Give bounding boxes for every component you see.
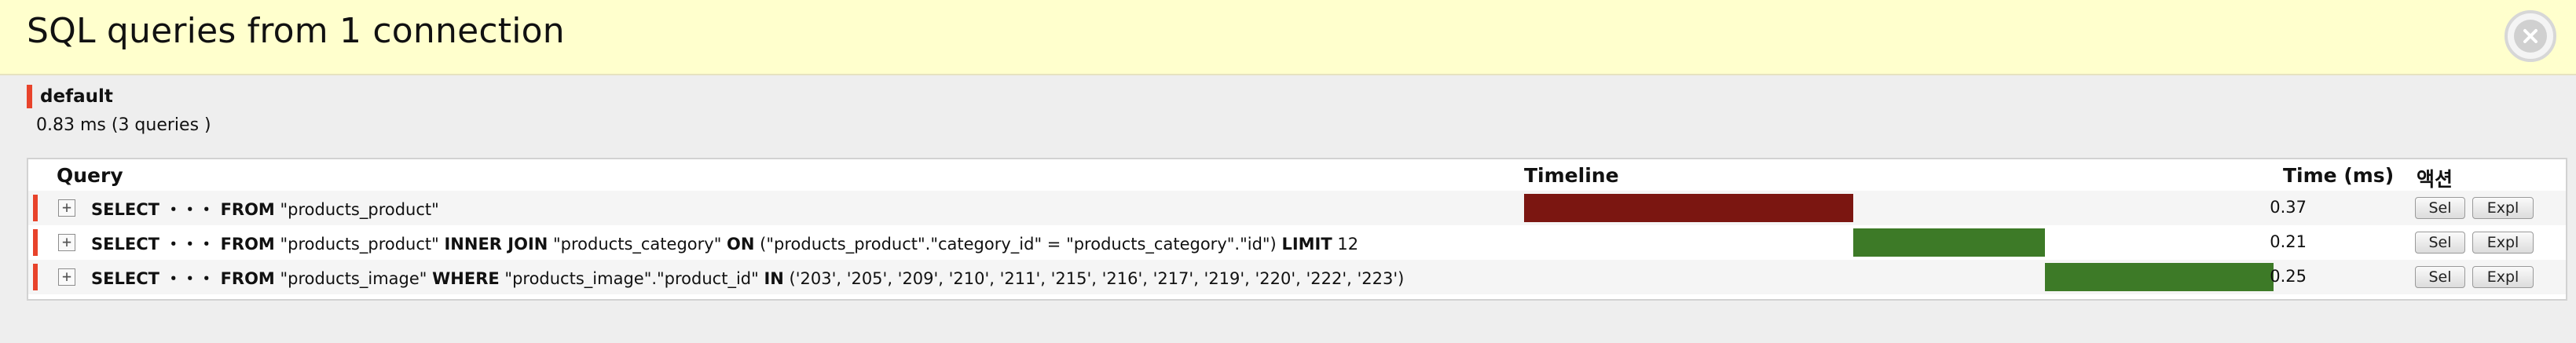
query-row: + SELECT ・・・ FROM "products_product" INNE… — [28, 225, 2566, 260]
columns-ellipsis[interactable]: ・・・ — [159, 235, 221, 254]
sql-keyword: WHERE — [432, 269, 500, 288]
sql-text[interactable]: SELECT ・・・ FROM "products_image" WHERE "… — [91, 266, 1404, 290]
close-icon — [2514, 20, 2547, 53]
sql-fragment: "products_product" — [274, 200, 439, 219]
query-row: + SELECT ・・・ FROM "products_product" 0.37 S… — [28, 191, 2566, 225]
row-marker — [33, 195, 38, 221]
select-button[interactable]: Sel — [2415, 266, 2465, 288]
sql-text[interactable]: SELECT ・・・ FROM "products_product" — [91, 197, 439, 221]
close-button[interactable] — [2505, 10, 2556, 62]
sql-keyword: SELECT — [91, 235, 159, 254]
expand-icon[interactable]: + — [58, 199, 75, 217]
query-row: + SELECT ・・・ FROM "products_image" WHERE … — [28, 260, 2566, 294]
sql-keyword: ON — [727, 235, 755, 254]
columns-ellipsis[interactable]: ・・・ — [159, 269, 221, 288]
timeline-bar — [1524, 194, 1854, 222]
select-button[interactable]: Sel — [2415, 197, 2465, 219]
sql-keyword: FROM — [220, 269, 275, 288]
sql-keyword: INNER JOIN — [444, 235, 548, 254]
expand-icon[interactable]: + — [58, 268, 75, 286]
sql-fragment: "products_category" — [548, 235, 727, 254]
explain-button[interactable]: Expl — [2472, 197, 2534, 219]
connection-name: default — [27, 85, 113, 108]
column-header-timeline: Timeline — [1524, 164, 1619, 187]
query-time: 0.37 — [2270, 198, 2307, 217]
query-table: Query Timeline Time (ms) 액션 + SELECT ・・・ … — [27, 158, 2567, 301]
column-header-query: Query — [57, 164, 123, 187]
sql-fragment: "products_product" — [274, 235, 445, 254]
sql-keyword: SELECT — [91, 269, 159, 288]
expand-icon[interactable]: + — [58, 234, 75, 251]
columns-ellipsis[interactable]: ・・・ — [159, 200, 221, 219]
panel-header: SQL queries from 1 connection — [0, 0, 2576, 75]
sql-text[interactable]: SELECT ・・・ FROM "products_product" INNER… — [91, 232, 1358, 255]
query-time: 0.21 — [2270, 232, 2307, 251]
row-marker — [33, 229, 38, 256]
column-header-time: Time (ms) — [2283, 164, 2395, 187]
timeline-bar — [1853, 228, 2045, 257]
explain-button[interactable]: Expl — [2472, 266, 2534, 288]
sql-fragment: "products_image" — [274, 269, 433, 288]
sql-keyword: FROM — [220, 235, 275, 254]
sql-fragment: "products_image"."product_id" — [499, 269, 764, 288]
sql-keyword: FROM — [220, 200, 275, 219]
sql-fragment: ('203', '205', '209', '210', '211', '215… — [783, 269, 1405, 288]
column-header-actions: 액션 — [2417, 168, 2453, 191]
sql-fragment: ("products_product"."category_id" = "pro… — [754, 235, 1282, 254]
explain-button[interactable]: Expl — [2472, 232, 2534, 254]
connection-summary: 0.83 ms (3 queries ) — [36, 115, 211, 135]
select-button[interactable]: Sel — [2415, 232, 2465, 254]
sql-fragment: 12 — [1332, 235, 1359, 254]
sql-keyword: LIMIT — [1281, 235, 1332, 254]
sql-keyword: SELECT — [91, 200, 159, 219]
panel-title: SQL queries from 1 connection — [27, 11, 565, 51]
row-marker — [33, 264, 38, 290]
query-time: 0.25 — [2270, 267, 2307, 286]
sql-keyword: IN — [764, 269, 784, 288]
